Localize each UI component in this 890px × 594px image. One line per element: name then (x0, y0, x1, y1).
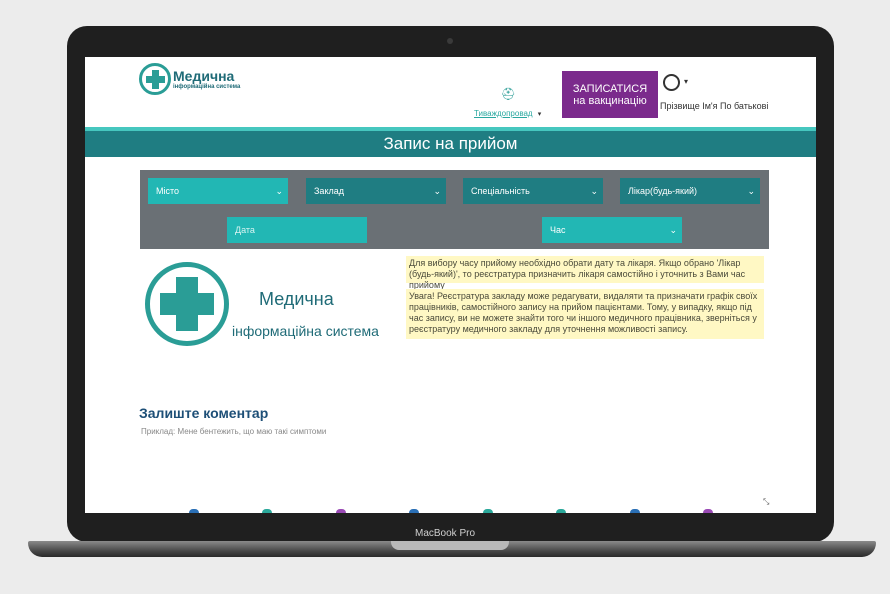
doctor-select-label: Лікар(будь-який) (628, 186, 698, 196)
resize-handle-icon[interactable]: ⤡ (763, 497, 769, 507)
logo-title: Медична (173, 67, 235, 84)
site-logo[interactable]: Медична інформаційна система (139, 63, 240, 95)
date-input[interactable]: Дата (227, 217, 367, 243)
filter-panel: Місто ⌄ Заклад ⌄ Спеціальність ⌄ Лікар(б… (140, 170, 769, 249)
time-select-label: Час (550, 225, 566, 235)
doctor-caret-icon: ▾ (537, 110, 542, 118)
city-select-label: Місто (156, 186, 180, 196)
dot (483, 509, 493, 513)
page-title: Запис на прийом (85, 131, 816, 157)
dot (556, 509, 566, 513)
user-menu-caret-icon[interactable]: ▾ (684, 77, 688, 86)
doctor-link-label: Тиваждопровад (474, 109, 533, 118)
brand-subtitle: інформаційна система (232, 323, 379, 339)
info-note-time: Для вибору часу прийому необхідно обрати… (406, 256, 764, 290)
vaccination-button-line1: ЗАПИСАТИСЯ (572, 82, 648, 95)
medical-cross-icon (139, 63, 171, 95)
facility-select[interactable]: Заклад ⌄ (306, 178, 446, 204)
dot (262, 509, 272, 513)
device-label: MacBook Pro (414, 528, 476, 539)
specialty-select[interactable]: Спеціальність ⌄ (463, 178, 603, 204)
user-avatar-icon[interactable] (663, 74, 680, 91)
comment-input[interactable]: Приклад: Мене бентежить, що маю такі сим… (141, 427, 326, 436)
comment-title: Залиште коментар (139, 405, 269, 421)
facility-select-label: Заклад (314, 186, 344, 196)
doctor-icon: ⛑ (500, 87, 516, 101)
dot (336, 509, 346, 513)
doctor-select[interactable]: Лікар(будь-який) ⌄ (620, 178, 760, 204)
time-select[interactable]: Час ⌄ (542, 217, 682, 243)
chevron-down-icon: ⌄ (275, 186, 283, 196)
city-select[interactable]: Місто ⌄ (148, 178, 288, 204)
screen: Медична інформаційна система ⛑ Тиваждопр… (85, 57, 816, 513)
dot (703, 509, 713, 513)
info-note-warning: Увага! Реєстратура закладу може редагува… (406, 289, 764, 339)
dot (189, 509, 199, 513)
specialty-select-label: Спеціальність (471, 186, 530, 196)
vaccination-button[interactable]: ЗАПИСАТИСЯ на вакцинацію (562, 71, 658, 118)
chevron-down-icon: ⌄ (433, 186, 441, 196)
date-input-placeholder: Дата (235, 225, 255, 235)
chevron-down-icon: ⌄ (747, 186, 755, 196)
chevron-down-icon: ⌄ (669, 225, 677, 235)
dot (409, 509, 419, 513)
decorative-dots (85, 509, 816, 513)
laptop-notch (391, 541, 509, 550)
chevron-down-icon: ⌄ (590, 186, 598, 196)
vaccination-button-line2: на вакцинацію (573, 94, 647, 107)
logo-text: Медична інформаційна система (173, 67, 241, 90)
user-name[interactable]: Прізвище Ім'я По батькові (660, 101, 768, 111)
doctor-link[interactable]: ⛑ Тиваждопровад ▾ (474, 87, 541, 120)
brand-title: Медична (259, 289, 334, 309)
camera-icon (447, 38, 453, 44)
medical-cross-icon (145, 262, 229, 346)
dot (630, 509, 640, 513)
logo-subtitle: інформаційна система (173, 83, 241, 90)
